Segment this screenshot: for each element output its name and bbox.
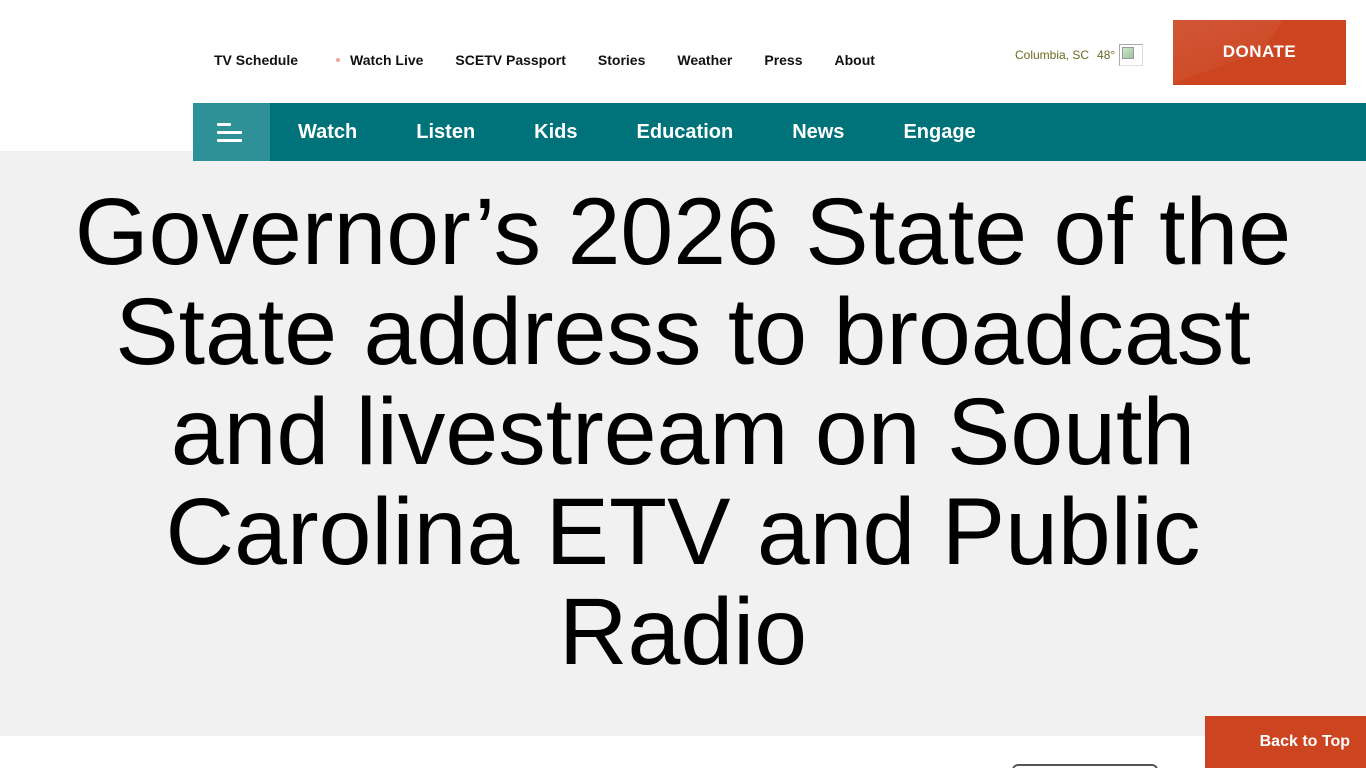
utility-nav-watch-live[interactable]: Watch Live [336, 52, 423, 68]
main-nav-listen[interactable]: Listen [416, 121, 475, 144]
weather-broken-image-icon [1119, 44, 1144, 66]
utility-nav-about[interactable]: About [835, 52, 875, 68]
live-indicator-icon [336, 58, 341, 62]
donate-button[interactable]: DONATE [1173, 20, 1346, 85]
utility-nav: TV Schedule Watch Live SCETV Passport St… [214, 52, 907, 68]
main-nav-engage[interactable]: Engage [903, 121, 975, 144]
main-nav-education[interactable]: Education [637, 121, 734, 144]
back-to-top-button[interactable]: Back to Top [1205, 716, 1366, 768]
utility-nav-press[interactable]: Press [764, 52, 802, 68]
utility-nav-weather[interactable]: Weather [677, 52, 732, 68]
weather-location: Columbia, SC [1015, 48, 1090, 62]
hamburger-menu-icon[interactable] [193, 103, 270, 161]
utility-nav-tv-schedule[interactable]: TV Schedule [214, 52, 298, 68]
main-nav-news[interactable]: News [792, 121, 844, 144]
utility-nav-watch-live-label: Watch Live [350, 52, 424, 68]
back-to-top-label: Back to Top [1259, 733, 1350, 750]
weather-temperature: 48° [1097, 48, 1116, 62]
partial-button-offscreen[interactable] [1012, 764, 1158, 768]
donate-button-label: DONATE [1222, 41, 1297, 61]
utility-nav-stories[interactable]: Stories [598, 52, 645, 68]
main-nav: Watch Listen Kids Education News Engage [193, 103, 1366, 161]
article-headline: Governor’s 2026 State of the State addre… [74, 179, 1292, 685]
weather-widget[interactable]: Columbia, SC 48° [1015, 44, 1144, 66]
main-nav-watch[interactable]: Watch [298, 121, 357, 144]
page: TV Schedule Watch Live SCETV Passport St… [0, 0, 1366, 768]
utility-nav-scetv-passport[interactable]: SCETV Passport [455, 52, 565, 68]
main-nav-kids[interactable]: Kids [534, 121, 577, 144]
